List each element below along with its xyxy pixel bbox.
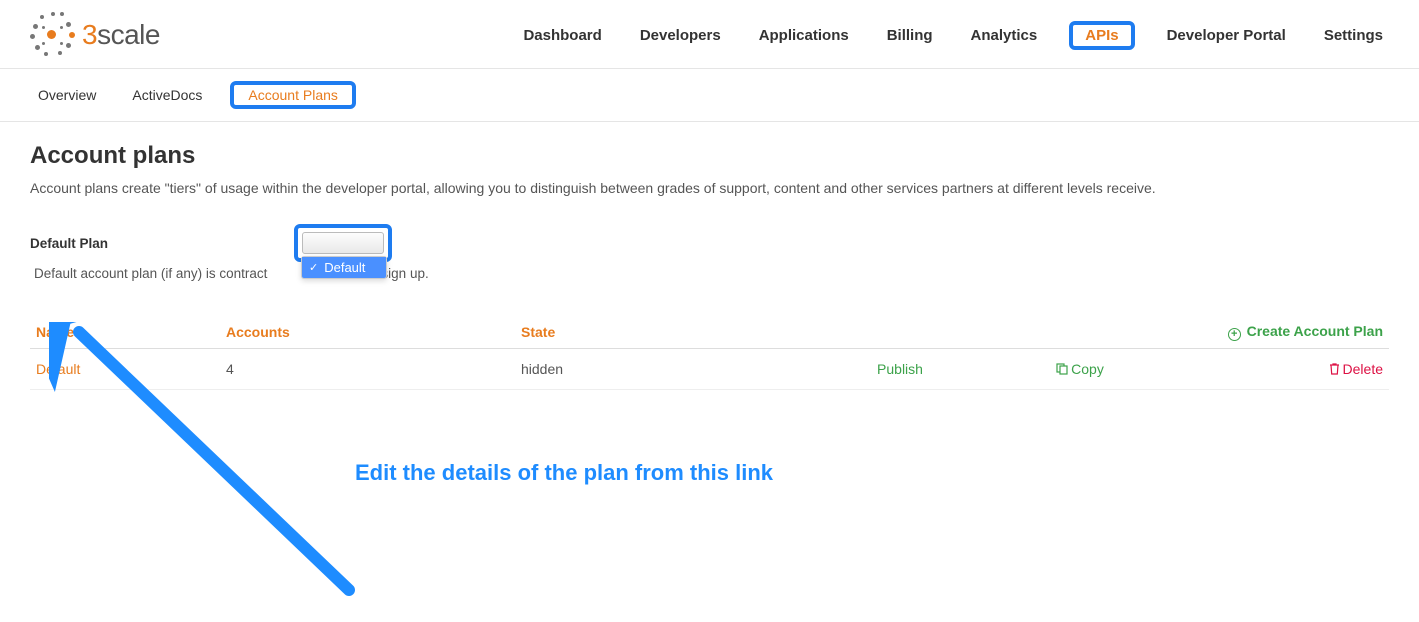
default-plan-option-default[interactable]: ✓ Default (302, 257, 386, 278)
plan-state: hidden (515, 349, 805, 390)
create-account-plan-link[interactable]: + Create Account Plan (1228, 323, 1383, 339)
th-name: Name (30, 315, 220, 349)
default-plan-hint: Default account plan (if any) is contrac… (34, 266, 1389, 281)
highlight-apis: APIs (1069, 21, 1134, 50)
highlight-default-plan-select: ✓ Default (294, 224, 392, 262)
logo-mark-icon (30, 12, 76, 58)
default-plan-label: Default Plan (30, 236, 286, 251)
nav-developers[interactable]: Developers (634, 23, 727, 48)
subnav-activedocs[interactable]: ActiveDocs (124, 83, 210, 107)
brand-logo: 3scale (30, 12, 160, 58)
subnav-account-plans[interactable]: Account Plans (240, 83, 346, 107)
nav-analytics[interactable]: Analytics (965, 23, 1044, 48)
th-publish (805, 315, 995, 349)
plus-circle-icon: + (1228, 328, 1241, 341)
logo-suffix: scale (97, 19, 160, 50)
page-description: Account plans create "tiers" of usage wi… (30, 180, 1389, 196)
copy-link[interactable]: Copy (1056, 361, 1104, 377)
nav-settings[interactable]: Settings (1318, 23, 1389, 48)
page-title: Account plans (30, 142, 1389, 170)
logo-prefix: 3 (82, 19, 97, 50)
nav-developer-portal[interactable]: Developer Portal (1161, 23, 1292, 48)
main-nav: Dashboard Developers Applications Billin… (517, 21, 1389, 50)
th-state: State (515, 315, 805, 349)
subnav-overview[interactable]: Overview (30, 83, 104, 107)
sub-nav: Overview ActiveDocs Account Plans (0, 69, 1419, 122)
copy-icon (1056, 362, 1068, 378)
default-plan-select[interactable] (302, 232, 384, 254)
logo-text: 3scale (82, 19, 160, 51)
nav-dashboard[interactable]: Dashboard (517, 23, 607, 48)
th-copy (995, 315, 1165, 349)
delete-link[interactable]: Delete (1329, 361, 1383, 377)
default-plan-row: Default Plan ✓ Default (30, 224, 1389, 262)
th-create: + Create Account Plan (1165, 315, 1389, 349)
page-content: Account plans Account plans create "tier… (0, 122, 1419, 410)
th-accounts: Accounts (220, 315, 515, 349)
option-label: Default (324, 260, 365, 275)
plan-accounts: 4 (220, 349, 515, 390)
plans-table: Name Accounts State + Create Account Pla… (30, 315, 1389, 390)
checkmark-icon: ✓ (309, 261, 318, 274)
publish-link[interactable]: Publish (877, 361, 923, 377)
default-plan-dropdown: ✓ Default (301, 256, 387, 279)
trash-icon (1329, 362, 1340, 378)
top-header: 3scale Dashboard Developers Applications… (0, 0, 1419, 69)
nav-applications[interactable]: Applications (753, 23, 855, 48)
nav-apis[interactable]: APIs (1079, 23, 1124, 48)
nav-billing[interactable]: Billing (881, 23, 939, 48)
highlight-account-plans: Account Plans (230, 81, 356, 109)
plan-name-link[interactable]: Default (36, 361, 80, 377)
table-row: Default 4 hidden Publish Copy (30, 349, 1389, 390)
annotation-text: Edit the details of the plan from this l… (355, 460, 773, 486)
